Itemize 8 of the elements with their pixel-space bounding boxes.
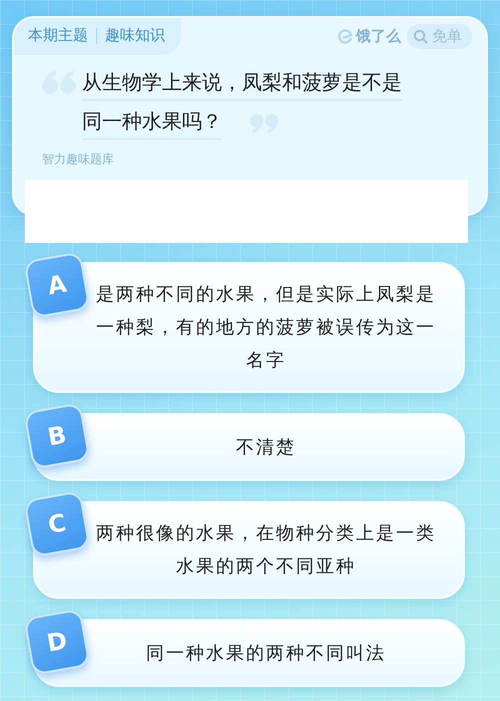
brand-logo: 饿了么 (356, 27, 401, 46)
topic-name: 趣味知识 (105, 26, 165, 45)
logo-icon (338, 28, 354, 44)
search-icon (413, 29, 428, 44)
question-text: 同一种水果吗？ (82, 104, 222, 140)
source-label: 智力趣味题库 (41, 151, 115, 168)
question-text: 从生物学上来说，凤梨和菠萝是不是 (82, 65, 402, 101)
topic-label: 本期主题 (28, 26, 88, 45)
